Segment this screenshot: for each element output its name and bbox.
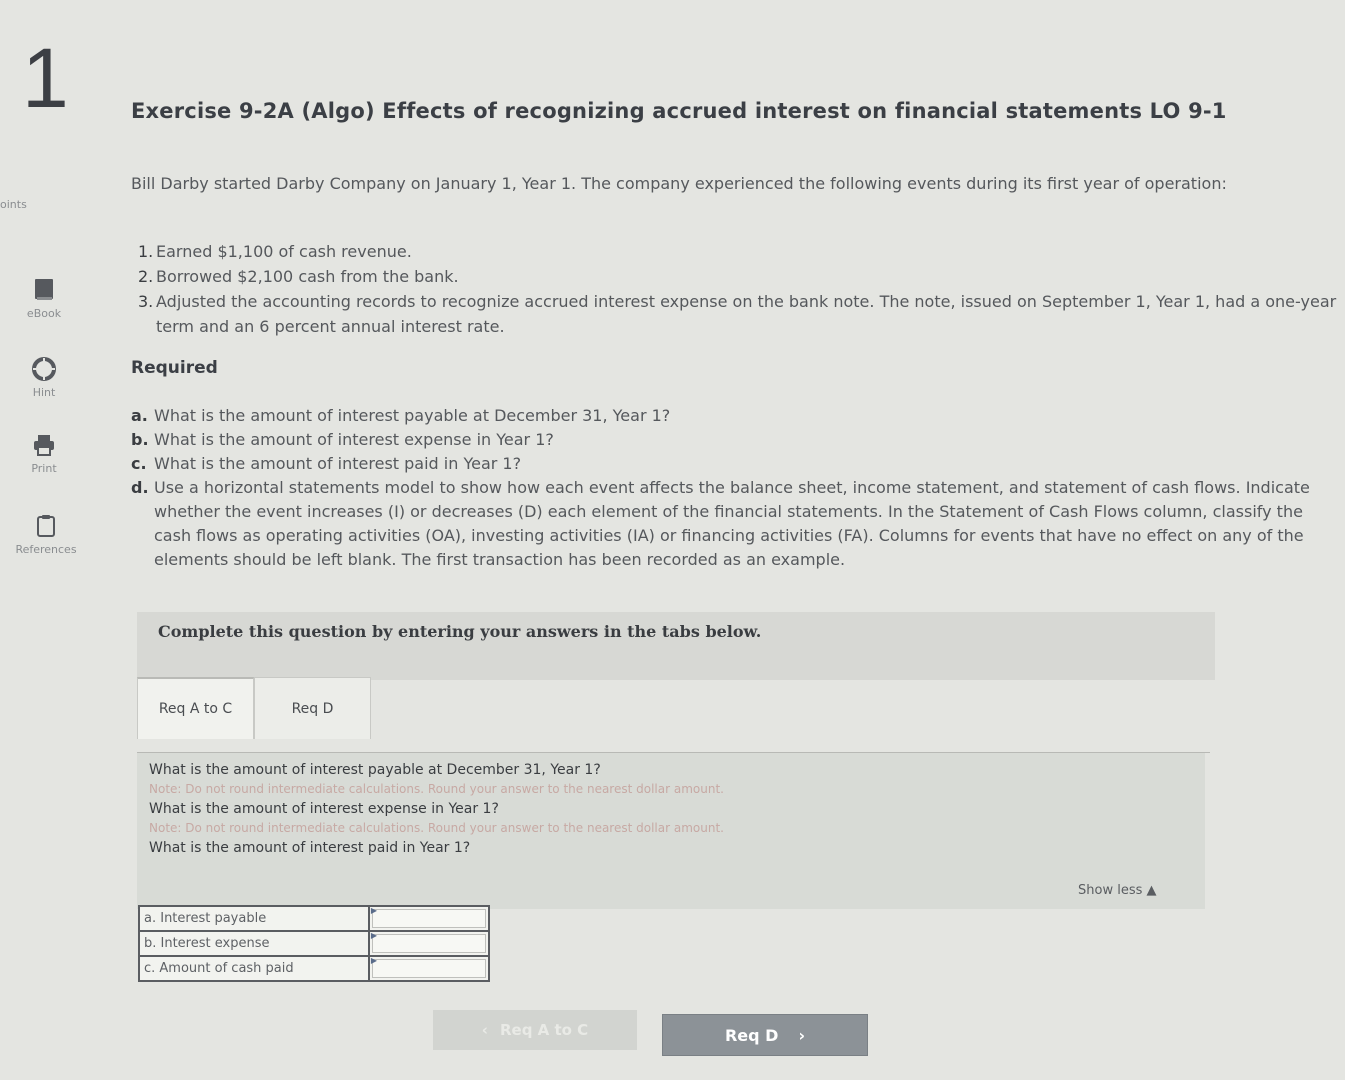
question-c-text: What is the amount of interest paid in Y… (149, 840, 471, 856)
ebook-button[interactable]: eBook (0, 278, 90, 320)
part-text: Use a horizontal statements model to sho… (154, 478, 1310, 569)
list-item: a. What is the amount of interest payable… (131, 404, 1316, 428)
printer-icon (34, 435, 54, 456)
event-text: Earned $1,100 of cash revenue. (156, 242, 412, 261)
instructions-text: Complete this question by entering your … (158, 622, 762, 641)
question-number: 1 (22, 31, 69, 125)
question-b-text: What is the amount of interest expense i… (149, 801, 499, 817)
points-label: oints (0, 198, 27, 211)
rounding-note: Note: Do not round intermediate calculat… (149, 782, 724, 796)
answer-label: c. Amount of cash paid (138, 955, 370, 982)
list-item: c. What is the amount of interest paid in… (131, 452, 1316, 476)
references-button[interactable]: References (0, 514, 92, 556)
instructions-banner: Complete this question by entering your … (137, 612, 1215, 680)
cell-marker-icon: ▶ (370, 906, 377, 915)
table-row: a. Interest payable ▶ (138, 905, 491, 932)
lifebuoy-icon (32, 357, 56, 381)
part-letter: c. (131, 454, 147, 473)
interest-payable-input[interactable]: ▶ (367, 905, 491, 932)
list-item: 1. Earned $1,100 of cash revenue. (138, 239, 1343, 264)
events-list: 1. Earned $1,100 of cash revenue. 2. Borro… (138, 239, 1343, 339)
list-item: b. What is the amount of interest expense… (131, 428, 1316, 452)
part-letter: a. (131, 406, 148, 425)
part-letter: b. (131, 430, 149, 449)
rounding-note: Note: Do not round intermediate calculat… (149, 821, 724, 835)
answer-input-box[interactable] (371, 934, 486, 953)
answer-table: a. Interest payable ▶ b. Interest expens… (138, 905, 491, 982)
book-icon (35, 279, 53, 300)
list-item: 3. Adjusted the accounting records to rec… (138, 289, 1343, 339)
question-panel: What is the amount of interest payable a… (137, 753, 1205, 909)
event-text: Borrowed $2,100 cash from the bank. (156, 267, 459, 286)
cash-paid-input[interactable]: ▶ (367, 955, 491, 982)
hint-label: Hint (32, 386, 56, 399)
cell-marker-icon: ▶ (370, 931, 377, 940)
list-item: d. Use a horizontal statements model to s… (131, 476, 1316, 572)
next-req-label: Req D (724, 1025, 779, 1045)
part-text: What is the amount of interest paid in Y… (154, 454, 522, 473)
answer-input-box[interactable] (371, 959, 486, 978)
event-number: 1. (138, 242, 154, 261)
part-letter: d. (131, 478, 149, 497)
question-a-text: What is the amount of interest payable a… (149, 762, 601, 778)
event-number: 3. (138, 292, 154, 311)
table-row: c. Amount of cash paid ▶ (138, 955, 491, 982)
interest-expense-input[interactable]: ▶ (367, 930, 491, 957)
clipboard-icon (37, 515, 55, 537)
print-button[interactable]: Print (0, 433, 90, 475)
references-label: References (15, 543, 77, 556)
tab-req-a-to-c[interactable]: Req A to C (137, 677, 254, 739)
list-item: 2. Borrowed $2,100 cash from the bank. (138, 264, 1343, 289)
part-text: What is the amount of interest expense i… (154, 430, 554, 449)
required-heading: Required (131, 358, 218, 378)
answer-label: b. Interest expense (138, 930, 370, 957)
intro-text: Bill Darby started Darby Company on Janu… (131, 174, 1227, 193)
part-text: What is the amount of interest payable a… (154, 406, 671, 425)
required-parts-list: a. What is the amount of interest payable… (131, 404, 1316, 572)
prev-req-label: Req A to C (499, 1021, 589, 1039)
ebook-label: eBook (26, 307, 62, 320)
chevron-left-icon: ‹ (481, 1021, 488, 1039)
exercise-title: Exercise 9-2A (Algo) Effects of recogniz… (131, 99, 1227, 123)
event-number: 2. (138, 267, 154, 286)
table-row: b. Interest expense ▶ (138, 930, 491, 957)
hint-button[interactable]: Hint (0, 357, 90, 399)
prev-req-button[interactable]: ‹ Req A to C (433, 1010, 637, 1050)
event-text: Adjusted the accounting records to recog… (156, 292, 1337, 336)
answer-label: a. Interest payable (138, 905, 370, 932)
show-less-link[interactable]: Show less ▲ (1078, 883, 1157, 898)
chevron-right-icon: › (798, 1025, 806, 1045)
next-req-button[interactable]: Req D › (662, 1014, 868, 1056)
cell-marker-icon: ▶ (370, 956, 377, 965)
tab-req-d[interactable]: Req D (254, 677, 371, 739)
print-label: Print (31, 462, 57, 475)
answer-input-box[interactable] (371, 909, 486, 928)
